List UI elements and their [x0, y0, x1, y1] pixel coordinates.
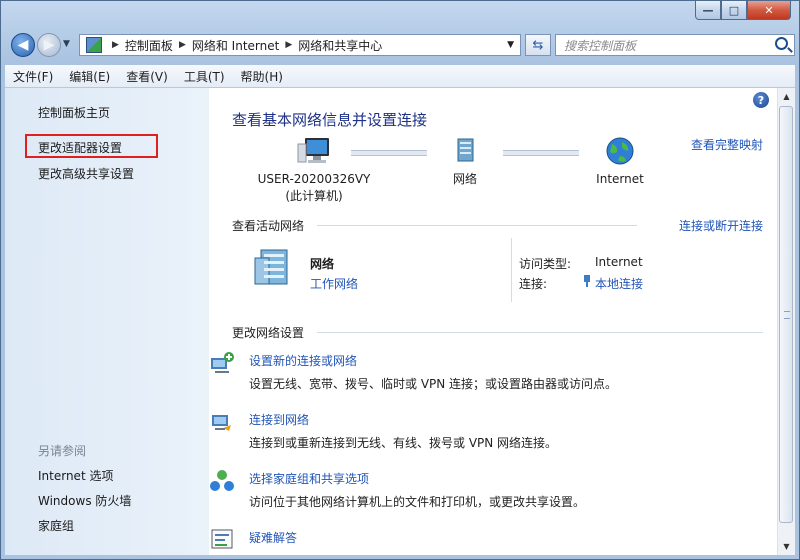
- task-new-connection-desc: 设置无线、宽带、拨号、临时或 VPN 连接；或设置路由器或访问点。: [249, 377, 618, 391]
- refresh-button[interactable]: ⇆: [525, 34, 551, 56]
- sidebar-item-windows-firewall[interactable]: Windows 防火墙: [38, 492, 131, 509]
- map-node-network[interactable]: 网络: [435, 136, 495, 188]
- address-bar[interactable]: ▶ 控制面板 ▶ 网络和 Internet ▶ 网络和共享中心 ▼: [79, 34, 521, 56]
- content-area: 控制面板主页 更改适配器设置 更改高级共享设置 另请参阅 Internet 选项…: [5, 88, 795, 555]
- active-networks-title: 查看活动网络: [232, 219, 305, 233]
- scrollbar-grip: [784, 311, 790, 319]
- map-node-computer[interactable]: USER-20200326VY (此计算机): [249, 136, 379, 205]
- computer-icon: [297, 138, 329, 163]
- troubleshoot-icon: [211, 529, 233, 549]
- new-connection-icon: [211, 352, 234, 373]
- menu-file[interactable]: 文件(F): [5, 68, 61, 85]
- task-troubleshoot: 疑难解答: [211, 529, 297, 552]
- internet-node-label: Internet: [596, 172, 644, 186]
- map-connector-line: [351, 150, 427, 156]
- scroll-down-icon[interactable]: ▼: [778, 538, 795, 555]
- task-troubleshoot-link[interactable]: 疑难解答: [249, 529, 297, 546]
- task-connect-network-desc: 连接到或重新连接到无线、有线、拨号或 VPN 网络连接。: [249, 436, 558, 450]
- ethernet-icon: [584, 275, 590, 287]
- connect-network-icon: [212, 415, 231, 431]
- recent-pages-dropdown[interactable]: ▼: [63, 39, 70, 49]
- task-connect-network-link[interactable]: 连接到网络: [249, 411, 557, 428]
- arrow-right-icon: ▶: [43, 37, 55, 53]
- local-connection-link[interactable]: 本地连接: [595, 275, 643, 292]
- search-placeholder: 搜索控制面板: [564, 38, 637, 53]
- menu-view[interactable]: 查看(V): [118, 68, 176, 85]
- breadcrumb-chevron-icon[interactable]: ▶: [179, 40, 186, 50]
- computer-sublabel: (此计算机): [285, 189, 343, 203]
- sidebar: 控制面板主页 更改适配器设置 更改高级共享设置 另请参阅 Internet 选项…: [5, 88, 209, 555]
- connect-disconnect-link[interactable]: 连接或断开连接: [679, 217, 763, 234]
- sidebar-item-advanced-sharing-settings[interactable]: 更改高级共享设置: [38, 165, 134, 182]
- map-node-internet[interactable]: Internet: [585, 136, 655, 188]
- computer-name: USER-20200326VY: [257, 172, 371, 186]
- control-panel-icon: [86, 37, 102, 53]
- network-icon: [457, 138, 474, 162]
- back-button[interactable]: ◀: [11, 33, 35, 57]
- access-type-value: Internet: [595, 255, 643, 269]
- caption-buttons: — □ ✕: [695, 1, 791, 20]
- globe-icon: [606, 137, 634, 165]
- view-full-map-link[interactable]: 查看完整映射: [691, 136, 763, 153]
- maximize-button[interactable]: □: [721, 1, 747, 20]
- see-also-title: 另请参阅: [38, 444, 87, 458]
- sidebar-item-control-panel-home[interactable]: 控制面板主页: [38, 104, 110, 121]
- help-icon[interactable]: ?: [753, 92, 769, 108]
- refresh-icon: ⇆: [532, 37, 544, 53]
- menu-edit[interactable]: 编辑(E): [61, 68, 118, 85]
- menu-tools[interactable]: 工具(T): [176, 68, 233, 85]
- main-panel: ? 查看基本网络信息并设置连接 查看完整映射 USER-20200326VY (…: [209, 88, 777, 555]
- search-icon[interactable]: [775, 37, 788, 50]
- search-input[interactable]: 搜索控制面板: [555, 34, 795, 56]
- connections-label: 连接:: [519, 277, 548, 291]
- menu-bar: 文件(F) 编辑(E) 查看(V) 工具(T) 帮助(H): [5, 65, 795, 88]
- homegroup-icon: [210, 470, 234, 491]
- scroll-up-icon[interactable]: ▲: [778, 88, 795, 105]
- section-divider: [317, 332, 763, 333]
- breadcrumb-network-sharing-center[interactable]: 网络和共享中心: [298, 37, 382, 54]
- task-homegroup-sharing: 选择家庭组和共享选项 访问位于其他网络计算机上的文件和打印机，或更改共享设置。: [210, 470, 586, 510]
- task-homegroup-sharing-desc: 访问位于其他网络计算机上的文件和打印机，或更改共享设置。: [249, 495, 586, 509]
- map-connector-line: [503, 150, 579, 156]
- network-node-label: 网络: [452, 172, 477, 186]
- close-button[interactable]: ✕: [747, 1, 791, 20]
- task-connect-network: 连接到网络 连接到或重新连接到无线、有线、拨号或 VPN 网络连接。: [212, 411, 558, 451]
- network-type-link[interactable]: 工作网络: [310, 275, 358, 292]
- minimize-button[interactable]: —: [695, 1, 721, 20]
- arrow-left-icon: ◀: [17, 37, 29, 53]
- task-new-connection: 设置新的连接或网络 设置无线、宽带、拨号、临时或 VPN 连接；或设置路由器或访…: [211, 352, 618, 392]
- change-settings-title: 更改网络设置: [232, 326, 305, 340]
- address-dropdown-icon[interactable]: ▼: [507, 40, 514, 50]
- network-icon: [254, 249, 288, 285]
- breadcrumb-control-panel[interactable]: 控制面板: [125, 37, 173, 54]
- access-type-label: 访问类型:: [519, 257, 572, 271]
- forward-button[interactable]: ▶: [37, 33, 61, 57]
- navigation-bar: ◀ ▶ ▼ ▶ 控制面板 ▶ 网络和 Internet ▶ 网络和共享中心 ▼ …: [7, 31, 795, 61]
- sidebar-item-homegroup[interactable]: 家庭组: [38, 517, 74, 534]
- page-title: 查看基本网络信息并设置连接: [232, 111, 428, 129]
- breadcrumb-network-internet[interactable]: 网络和 Internet: [192, 37, 279, 54]
- task-homegroup-sharing-link[interactable]: 选择家庭组和共享选项: [249, 470, 585, 487]
- section-divider: [317, 225, 637, 226]
- active-network-name: 网络: [310, 257, 335, 271]
- breadcrumb-chevron-icon[interactable]: ▶: [285, 40, 292, 50]
- breadcrumb-chevron-icon[interactable]: ▶: [112, 40, 119, 50]
- vertical-scrollbar[interactable]: ▲ ▼: [777, 88, 795, 555]
- sidebar-item-internet-options[interactable]: Internet 选项: [38, 467, 113, 484]
- menu-help[interactable]: 帮助(H): [233, 68, 291, 85]
- scrollbar-thumb[interactable]: [779, 106, 793, 523]
- task-new-connection-link[interactable]: 设置新的连接或网络: [249, 352, 617, 369]
- sidebar-item-change-adapter-settings[interactable]: 更改适配器设置: [38, 139, 122, 156]
- network-sharing-center-window: — □ ✕ ◀ ▶ ▼ ▶ 控制面板 ▶ 网络和 Internet ▶ 网络和共…: [0, 0, 800, 560]
- vertical-divider: [511, 238, 512, 302]
